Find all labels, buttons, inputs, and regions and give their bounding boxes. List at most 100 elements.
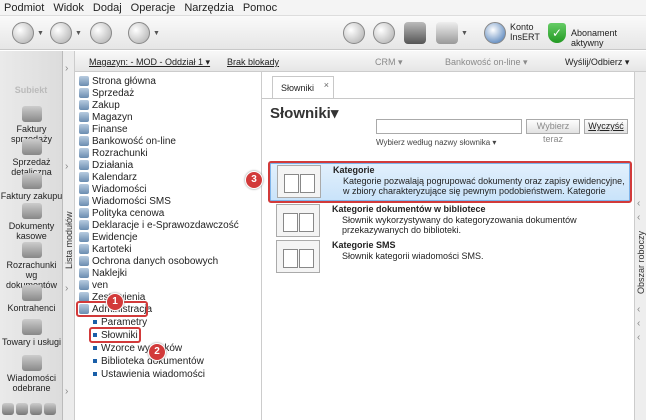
highlight-kategorie xyxy=(268,161,632,203)
abonament-label[interactable]: Abonament aktywny xyxy=(571,28,646,48)
tab-label: Słowniki xyxy=(281,83,315,93)
module-rozrachunki[interactable]: Rozrachunki wg dokumentów xyxy=(0,242,63,290)
chevron-left-icon[interactable]: ‹ xyxy=(637,332,640,343)
tree-item-ven[interactable]: ven xyxy=(79,279,108,291)
konto-label[interactable]: Konto InsERT xyxy=(510,22,540,42)
item-title: Kategorie dokumentów w bibliotece xyxy=(332,204,486,214)
search-button[interactable]: Wybierz teraz xyxy=(526,119,580,144)
menu-narzedzia[interactable]: Narzędzia xyxy=(184,2,234,14)
tree-item-finanse[interactable]: Finanse xyxy=(79,123,128,135)
tab-divider xyxy=(262,98,634,99)
tab-slowniki[interactable]: Słowniki × xyxy=(272,76,334,98)
chevron-down-icon[interactable]: ▼ xyxy=(153,30,160,37)
globe-icon[interactable] xyxy=(373,22,395,44)
tree-item-bankowosc[interactable]: Bankowość on-line xyxy=(79,135,176,147)
tree-item-ewidencje[interactable]: Ewidencje xyxy=(79,231,138,243)
new-icon[interactable] xyxy=(12,22,34,44)
close-icon[interactable]: × xyxy=(324,80,329,90)
cube-icon[interactable] xyxy=(404,22,426,44)
step-badge-3: 3 xyxy=(245,171,263,189)
chevron-down-icon[interactable]: ▼ xyxy=(461,30,468,37)
workspace-strip[interactable]: ‹ ‹ Obszar roboczy ‹ ‹ ‹ xyxy=(634,72,646,420)
menu-dodaj[interactable]: Dodaj xyxy=(93,2,122,14)
list-item-kategorie-dokumentow[interactable]: Kategorie dokumentów w bibliotece Słowni… xyxy=(270,203,630,241)
item-description: Słownik wykorzystywany do kategoryzowani… xyxy=(342,215,577,235)
menu-widok[interactable]: Widok xyxy=(53,2,84,14)
tree-item-wiadomosci-sms[interactable]: Wiadomości SMS xyxy=(79,195,171,207)
chevron-left-icon[interactable]: ‹ xyxy=(637,198,640,209)
search-icon[interactable] xyxy=(128,22,150,44)
tree-item-dzialania[interactable]: Działania xyxy=(79,159,133,171)
module-sprzedaz-detaliczna[interactable]: Sprzedaż detaliczna xyxy=(0,139,63,177)
info-bar: Magazyn: - MOD - Oddział 1 ▾ Brak blokad… xyxy=(75,51,646,72)
tree-item-polityka-cenowa[interactable]: Polityka cenowa xyxy=(79,207,164,219)
chevron-down-icon[interactable]: ▼ xyxy=(37,30,44,37)
folder-icon xyxy=(79,268,89,278)
tree-item-sprzedaz[interactable]: Sprzedaż xyxy=(79,87,134,99)
workspace-label: Obszar roboczy xyxy=(636,230,646,294)
module-list-strip[interactable]: › › Lista modułów › › xyxy=(63,51,75,420)
menu-pomoc[interactable]: Pomoc xyxy=(243,2,277,14)
tree-item-zakup[interactable]: Zakup xyxy=(79,99,120,111)
quick-icon[interactable] xyxy=(2,403,14,415)
chevron-left-icon[interactable]: ‹ xyxy=(637,304,640,315)
message-icon xyxy=(21,355,42,371)
module-faktury-zakupu[interactable]: Faktury zakupu xyxy=(0,173,63,201)
tree-subitem-wzorce[interactable]: Wzorce wydruków xyxy=(93,342,182,354)
quick-icon[interactable] xyxy=(16,403,28,415)
home-icon xyxy=(79,76,89,86)
chevron-down-icon[interactable]: ▼ xyxy=(75,30,82,37)
chevron-right-icon[interactable]: › xyxy=(65,63,68,74)
quick-icon[interactable] xyxy=(44,403,56,415)
send-receive-menu[interactable]: Wyślij/Odbierz ▾ xyxy=(565,57,629,68)
menu-operacje[interactable]: Operacje xyxy=(131,2,176,14)
tree-item-ochrona-danych[interactable]: Ochrona danych osobowych xyxy=(79,255,218,267)
folder-icon xyxy=(79,100,89,110)
gear-icon[interactable] xyxy=(343,22,365,44)
main-content: Słowniki × Słowniki▾ Wybierz teraz Wyczy… xyxy=(245,72,634,420)
crm-menu[interactable]: CRM ▾ xyxy=(375,57,403,68)
tree-item-strona-glowna[interactable]: Strona główna xyxy=(79,75,156,87)
lock-status[interactable]: Brak blokady xyxy=(227,57,279,67)
chevron-right-icon[interactable]: › xyxy=(65,283,68,294)
save-icon[interactable] xyxy=(90,22,112,44)
tree-item-deklaracje[interactable]: Deklaracje i e-Sprawozdawczość xyxy=(79,219,239,231)
list-item-kategorie-sms[interactable]: Kategorie SMS Słownik kategorii wiadomoś… xyxy=(270,239,630,277)
shield-check-icon[interactable]: ✓ xyxy=(548,23,566,43)
tree-item-magazyn[interactable]: Magazyn xyxy=(79,111,133,123)
chevron-left-icon[interactable]: ‹ xyxy=(637,212,640,223)
menu-podmiot[interactable]: Podmiot xyxy=(4,2,44,14)
module-towary[interactable]: Towary i usługi xyxy=(0,319,63,347)
print-icon[interactable] xyxy=(50,22,72,44)
folder-icon xyxy=(79,88,89,98)
quick-icon[interactable] xyxy=(30,403,42,415)
search-input[interactable] xyxy=(376,119,522,134)
module-wiadomosci[interactable]: Wiadomości odebrane xyxy=(0,355,63,393)
contacts-icon xyxy=(21,285,42,301)
bankowosc-menu[interactable]: Bankowość on-line ▾ xyxy=(445,57,528,68)
tree-item-kartoteki[interactable]: Kartoteki xyxy=(79,243,131,255)
menu-bar: Podmiot Widok Dodaj Operacje Narzędzia P… xyxy=(0,0,646,16)
invoice-icon xyxy=(21,106,42,122)
warehouse-selector[interactable]: Magazyn: - MOD - Oddział 1 ▾ xyxy=(89,57,210,68)
module-dokumenty-kasowe[interactable]: Dokumenty kasowe xyxy=(0,203,63,241)
tree-item-kalendarz[interactable]: Kalendarz xyxy=(79,171,137,183)
tree-subitem-ustawienia[interactable]: Ustawienia wiadomości xyxy=(93,368,205,380)
module-kontrahenci[interactable]: Kontrahenci xyxy=(0,285,63,313)
clear-button[interactable]: Wyczyść xyxy=(584,119,628,134)
user-icon[interactable] xyxy=(484,22,506,44)
chevron-left-icon[interactable]: ‹ xyxy=(637,318,640,329)
mail-icon[interactable] xyxy=(436,22,458,44)
chevron-right-icon[interactable]: › xyxy=(65,386,68,397)
chevron-right-icon[interactable]: › xyxy=(65,161,68,172)
purchase-icon xyxy=(21,173,42,189)
folder-icon xyxy=(79,112,89,122)
tree-item-rozrachunki[interactable]: Rozrachunki xyxy=(79,147,148,159)
page-title[interactable]: Słowniki▾ xyxy=(270,104,338,122)
tree-item-wiadomosci[interactable]: Wiadomości xyxy=(79,183,146,195)
sort-selector[interactable]: Wybierz według nazwy słownika ▾ xyxy=(376,138,496,147)
cash-document-icon xyxy=(21,203,42,219)
tree-item-naklejki[interactable]: Naklejki xyxy=(79,267,127,279)
goods-icon xyxy=(21,319,42,335)
envelope-icon xyxy=(79,184,89,194)
